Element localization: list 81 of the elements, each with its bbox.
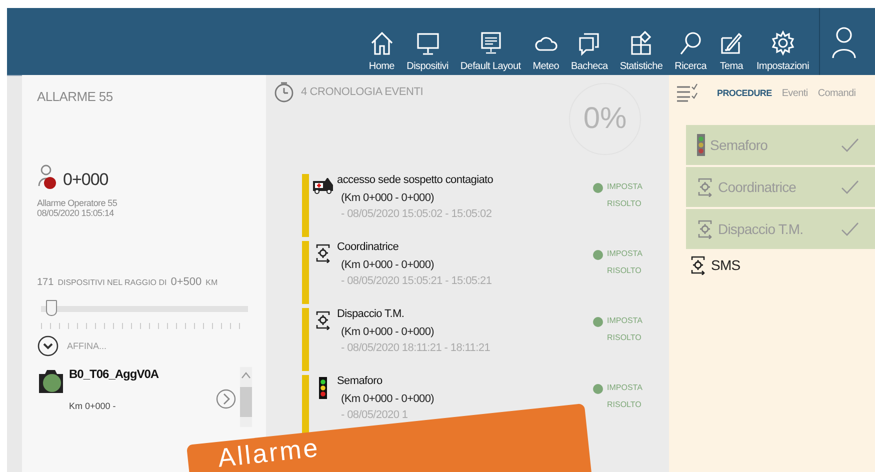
check-icon [841,222,859,236]
camera-icon [37,367,65,395]
chevron-circle-icon [216,389,236,409]
procedure-item[interactable]: Semaforo [686,125,875,165]
event-marker [302,174,309,237]
event-time: - 08/05/2020 18:11:21 - 18:11:21 [340,342,492,354]
action-link[interactable]: IMPOSTA [607,249,642,258]
event-title: accesso sede sospetto contagiato [337,174,494,186]
chevron-circle-icon[interactable] [37,335,59,357]
nav-button[interactable]: Ricerca [668,30,712,72]
action-link[interactable]: IMPOSTA [607,182,642,191]
search-icon [678,30,704,56]
event-title: Semaforo [337,375,384,387]
action-link[interactable]: RISOLTO [607,333,642,342]
ambulance-icon [312,176,334,194]
operator-name: Allarme Operatore 55 [37,198,118,208]
action-link[interactable]: IMPOSTA [607,383,642,392]
pen-pad-icon [718,30,744,56]
nav-button[interactable]: Statistiche [614,30,669,72]
event-location: (Km 0+000 - 0+000) [340,259,436,271]
radius-caption: DISPOSITIVI NEL RAGGIO DI [58,278,167,287]
device-count: 171 [37,277,54,288]
gear-arrows-icon [314,310,332,330]
gear-arrows-icon [696,177,714,197]
scrollbar-thumb[interactable] [240,387,252,417]
status-dot [593,317,603,327]
check-icon [841,180,859,194]
nav-button[interactable]: Tema [712,30,750,72]
event-location: (Km 0+000 - 0+000) [340,326,436,338]
slider-thumb[interactable] [46,300,58,316]
procedure-tab[interactable]: Eventi [778,88,812,98]
event-marker [302,241,309,304]
status-dot [593,384,603,394]
gear-arrows-icon [689,255,707,275]
monitor-icon [414,30,441,56]
event-time: - 08/05/2020 15:05:21 - 15:05:21 [340,275,493,287]
alarm-title: ALLARME 55 [37,89,114,104]
procedure-tab[interactable]: PROCEDURE [713,88,776,98]
action-link[interactable]: RISOLTO [607,400,642,409]
alarm-datetime: 08/05/2020 15:05:14 [37,208,115,218]
checklist-icon [675,83,699,103]
refine-label[interactable]: AFFINA... [67,341,107,351]
event-time: - 08/05/2020 1 [340,409,409,421]
nav-button[interactable]: Dispositivi [400,30,454,72]
procedure-tab[interactable]: Comandi [814,88,860,98]
action-link[interactable]: IMPOSTA [607,316,642,325]
location-value: 0+000 [63,170,108,190]
event-title: Dispaccio T.M. [337,308,406,320]
event-location: (Km 0+000 - 0+000) [340,192,436,204]
nav-button[interactable]: Meteo [526,30,565,72]
settings-icon [770,30,796,56]
nav-button[interactable]: Bacheca [564,30,614,72]
procedure-item[interactable]: SMS [686,251,875,279]
action-link[interactable]: RISOLTO [607,199,642,208]
event-title: Coordinatrice [337,241,400,253]
event-time: - 08/05/2020 15:05:02 - 15:05:02 [340,208,493,220]
stopwatch-icon [274,81,294,103]
device-name: B0_T06_AggV0A [69,367,159,381]
nav-button[interactable]: Home [362,30,401,72]
nav-button[interactable]: Default Layout [454,30,527,72]
procedure-item[interactable]: Dispaccio T.M. [686,209,875,249]
gear-arrows-icon [696,219,714,239]
event-location: (Km 0+000 - 0+000) [340,393,436,405]
status-dot [593,250,603,260]
event-marker [302,308,309,371]
banner-text: Allarme [216,433,321,472]
procedure-item[interactable]: Coordinatrice [686,167,875,207]
action-link[interactable]: RISOLTO [607,266,642,275]
home-icon [368,30,395,56]
status-dot [593,183,603,193]
check-icon [841,138,859,152]
user-icon [830,24,858,58]
device-detail: Km 0+000 - [69,401,117,411]
scroll-up-icon [241,371,251,379]
gear-arrows-icon [314,243,332,263]
events-title: 4 CRONOLOGIA EVENTI [301,86,424,98]
traffic-light-icon [696,134,706,156]
radius-unit: KM [206,278,218,287]
radius-value: 0+500 [170,276,202,288]
traffic-light-icon [318,377,328,399]
nav-button[interactable]: Impostazioni [750,30,815,72]
